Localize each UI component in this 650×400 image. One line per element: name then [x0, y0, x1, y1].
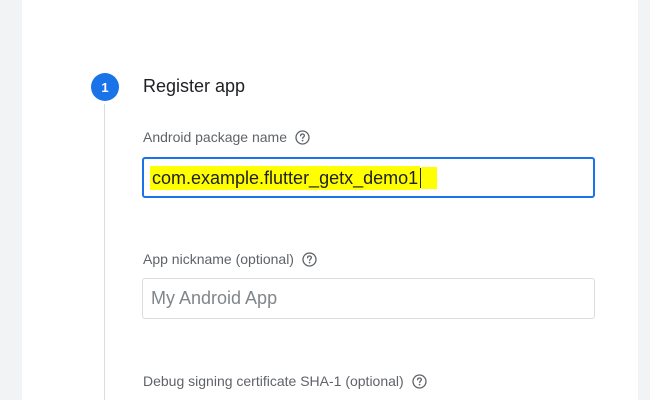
- help-icon[interactable]: [295, 129, 310, 145]
- page-background-right: [638, 0, 650, 400]
- package-name-label-text: Android package name: [143, 129, 287, 145]
- help-icon[interactable]: [412, 373, 427, 389]
- help-icon[interactable]: [302, 251, 317, 267]
- stepper-line: [104, 104, 105, 400]
- highlight-mark: [421, 166, 438, 189]
- nickname-label: App nickname (optional): [143, 250, 317, 268]
- page-background-left: [0, 0, 22, 400]
- step-title: Register app: [143, 76, 246, 96]
- package-name-input[interactable]: com.example.flutter_getx_demo1: [142, 157, 595, 198]
- sha1-label-text: Debug signing certificate SHA-1 (optiona…: [143, 373, 404, 389]
- nickname-placeholder: My Android App: [151, 288, 278, 308]
- register-app-panel: [22, 0, 638, 400]
- package-name-value: com.example.flutter_getx_demo1: [150, 165, 421, 190]
- step-number-badge: 1: [91, 73, 119, 101]
- nickname-label-text: App nickname (optional): [143, 251, 294, 267]
- sha1-label: Debug signing certificate SHA-1 (optiona…: [143, 372, 427, 390]
- nickname-input[interactable]: My Android App: [142, 278, 595, 319]
- package-name-label: Android package name: [143, 128, 310, 146]
